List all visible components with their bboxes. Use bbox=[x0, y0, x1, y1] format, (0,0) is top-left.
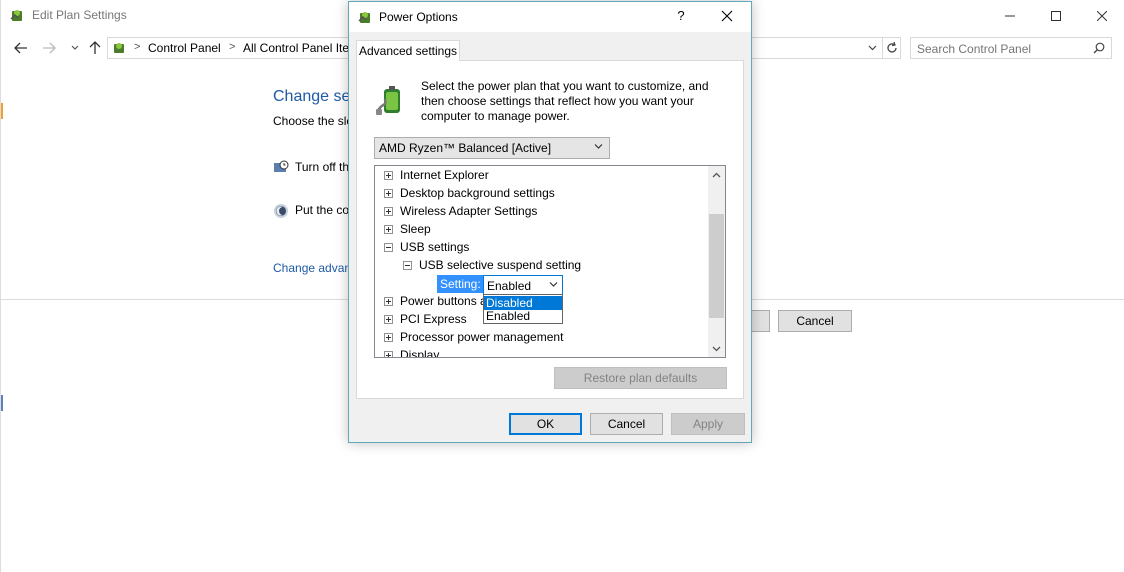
tree-item-label: Display bbox=[400, 348, 440, 358]
chevron-down-icon bbox=[712, 346, 721, 351]
expand-icon[interactable] bbox=[384, 207, 393, 216]
dialog-title-bar: Power Options ? bbox=[349, 2, 751, 32]
option-disabled[interactable]: Disabled bbox=[484, 296, 562, 310]
help-button[interactable]: ? bbox=[671, 8, 691, 23]
control-panel-icon bbox=[114, 43, 124, 53]
chevron-down-icon[interactable] bbox=[868, 45, 877, 51]
cancel-button[interactable]: Cancel bbox=[778, 310, 852, 332]
search-input[interactable] bbox=[917, 41, 1087, 56]
expand-icon[interactable] bbox=[384, 225, 393, 234]
expand-icon[interactable] bbox=[384, 351, 393, 357]
power-options-icon bbox=[10, 10, 22, 21]
sleep-timeout-label: Put the co bbox=[295, 203, 350, 218]
tree-scrollbar[interactable] bbox=[708, 166, 725, 357]
accent-marker bbox=[1, 103, 3, 119]
clock-monitor-icon bbox=[274, 160, 289, 172]
scroll-down-button[interactable] bbox=[708, 340, 725, 357]
tab-advanced-settings[interactable]: Advanced settings bbox=[356, 40, 460, 61]
tree-item-label: PCI Express bbox=[400, 312, 467, 326]
search-icon[interactable] bbox=[1093, 42, 1105, 54]
display-timeout-label: Turn off th bbox=[295, 160, 350, 175]
arrow-up-icon bbox=[89, 41, 101, 54]
scroll-thumb[interactable] bbox=[709, 214, 724, 318]
tree-item-label: Processor power management bbox=[400, 330, 564, 344]
maximize-icon bbox=[1051, 10, 1061, 21]
advanced-settings-panel: Select the power plan that you want to c… bbox=[356, 60, 744, 399]
refresh-icon[interactable] bbox=[885, 41, 899, 55]
save-changes-button[interactable] bbox=[751, 310, 770, 332]
moon-icon bbox=[274, 204, 288, 218]
arrow-right-icon bbox=[43, 42, 56, 54]
maximize-button[interactable] bbox=[1033, 0, 1079, 31]
intro-text: Select the power plan that you want to c… bbox=[421, 79, 709, 123]
collapse-icon[interactable] bbox=[403, 261, 412, 270]
forward-button[interactable] bbox=[39, 38, 59, 58]
minimize-icon bbox=[1005, 15, 1015, 16]
tree-item-label: Internet Explorer bbox=[400, 168, 489, 182]
restore-plan-defaults-button[interactable]: Restore plan defaults bbox=[554, 367, 727, 389]
tree-item-label: Wireless Adapter Settings bbox=[400, 204, 538, 218]
up-button[interactable] bbox=[85, 38, 105, 58]
chevron-down-icon bbox=[71, 45, 79, 50]
tree-item-label: Desktop background settings bbox=[400, 186, 555, 200]
display-timeout-row: Turn off th bbox=[273, 160, 349, 176]
chevron-up-icon bbox=[712, 172, 721, 177]
scroll-up-button[interactable] bbox=[708, 166, 725, 183]
close-icon bbox=[721, 10, 733, 22]
setting-dropdown-list: Disabled Enabled bbox=[483, 294, 563, 324]
ok-button[interactable]: OK bbox=[509, 413, 582, 435]
apply-button[interactable]: Apply bbox=[671, 413, 745, 435]
option-enabled[interactable]: Enabled bbox=[484, 309, 562, 323]
expand-icon[interactable] bbox=[384, 297, 393, 306]
cancel-button[interactable]: Cancel bbox=[590, 413, 663, 435]
expand-icon[interactable] bbox=[384, 333, 393, 342]
power-plan-dropdown[interactable]: AMD Ryzen™ Balanced [Active] bbox=[374, 137, 610, 159]
tree-item-label: Power buttons a bbox=[400, 294, 487, 308]
window-title: Edit Plan Settings bbox=[32, 8, 127, 22]
chevron-down-icon bbox=[594, 144, 603, 149]
power-plan-value: AMD Ryzen™ Balanced [Active] bbox=[379, 141, 552, 155]
tree-item-label: Sleep bbox=[400, 222, 431, 236]
recent-locations-button[interactable] bbox=[65, 38, 85, 58]
change-advanced-link[interactable]: Change advan bbox=[273, 261, 351, 275]
divider bbox=[882, 38, 883, 58]
page-subtitle: Choose the sle bbox=[273, 114, 354, 128]
dialog-close-button[interactable] bbox=[715, 6, 739, 27]
settings-tree[interactable]: Internet Explorer Desktop background set… bbox=[374, 165, 726, 358]
expand-icon[interactable] bbox=[384, 171, 393, 180]
breadcrumb-control-panel[interactable]: Control Panel bbox=[148, 41, 221, 55]
close-icon bbox=[1097, 10, 1107, 21]
accent-marker bbox=[1, 395, 3, 411]
battery-plug-icon bbox=[376, 86, 400, 115]
chevron-down-icon bbox=[549, 282, 558, 287]
expand-icon[interactable] bbox=[384, 315, 393, 324]
search-box[interactable] bbox=[910, 37, 1112, 59]
power-options-icon bbox=[358, 12, 370, 23]
expand-icon[interactable] bbox=[384, 189, 393, 198]
power-options-dialog: Power Options ? Advanced settings Select… bbox=[348, 1, 752, 443]
sleep-timeout-row: Put the co bbox=[273, 203, 349, 219]
setting-dropdown[interactable]: Enabled bbox=[483, 275, 563, 295]
minimize-button[interactable] bbox=[987, 0, 1033, 31]
dialog-title: Power Options bbox=[379, 10, 458, 24]
setting-label: Setting: bbox=[437, 275, 483, 293]
close-button[interactable] bbox=[1079, 0, 1124, 31]
tree-item-label: USB selective suspend setting bbox=[419, 258, 582, 272]
breadcrumb-separator: > bbox=[134, 41, 141, 53]
back-button[interactable] bbox=[11, 38, 31, 58]
setting-value: Enabled bbox=[487, 279, 532, 293]
arrow-left-icon bbox=[14, 42, 27, 54]
tree-item-label: USB settings bbox=[400, 240, 470, 254]
collapse-icon[interactable] bbox=[384, 243, 393, 252]
breadcrumb-all-items[interactable]: All Control Panel Ite bbox=[243, 41, 349, 55]
breadcrumb-separator: > bbox=[229, 41, 236, 53]
page-heading: Change set bbox=[273, 88, 355, 105]
